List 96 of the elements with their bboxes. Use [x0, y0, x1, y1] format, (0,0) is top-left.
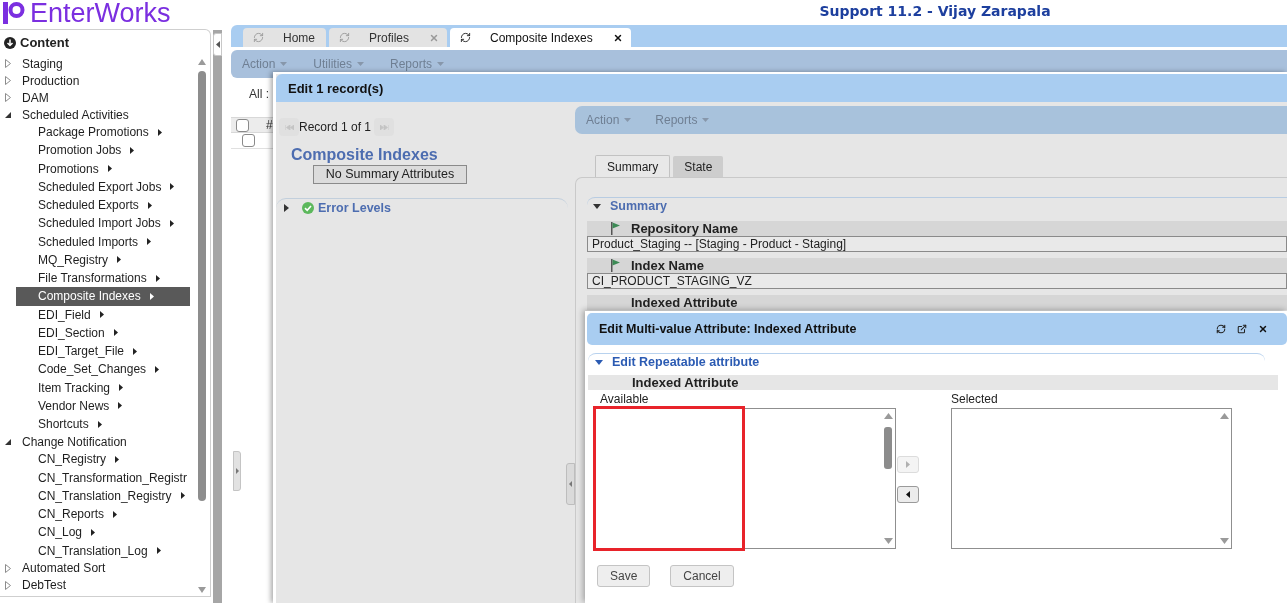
section-title[interactable]: Edit Repeatable attribute — [612, 355, 760, 369]
tree-item[interactable]: CN_Reports — [16, 505, 190, 524]
field-label: Repository Name — [631, 222, 738, 235]
tree-item[interactable]: Automated Sort — [0, 559, 196, 577]
dialog-button[interactable]: Cancel — [670, 565, 734, 587]
field-label: Indexed Attribute — [631, 296, 738, 309]
refresh-icon[interactable] — [1216, 324, 1226, 334]
logo-text: EnterWorks — [30, 2, 171, 24]
tab[interactable]: Summary — [595, 155, 671, 177]
triangle-right-icon — [235, 468, 239, 474]
list-label: Selected — [951, 393, 998, 405]
tree-item[interactable]: Change Notification — [0, 433, 196, 451]
field-label: Index Name — [631, 259, 704, 272]
tree-item[interactable]: EDI_Field — [16, 305, 190, 324]
triangle-left-icon — [215, 41, 220, 48]
splitter-handle[interactable] — [566, 463, 575, 505]
logo-icon — [3, 2, 25, 24]
collapse-button[interactable] — [213, 33, 222, 56]
attribute-label: Indexed Attribute — [632, 376, 739, 389]
scroll-up-icon[interactable] — [1219, 413, 1229, 419]
caret-icon — [357, 62, 365, 66]
scroll-up-icon[interactable] — [883, 413, 893, 419]
triangle-icon[interactable] — [5, 438, 11, 445]
list-box[interactable] — [951, 408, 1232, 549]
tree-item[interactable]: DAM — [0, 89, 196, 106]
external-link-icon[interactable] — [1237, 324, 1247, 334]
tree-item[interactable]: Shortcuts — [16, 415, 190, 434]
scrollbar-thumb[interactable] — [198, 71, 206, 501]
tree-item[interactable]: CN_Transformation_Registr — [16, 468, 190, 487]
tree-item[interactable]: Promotion Jobs — [16, 141, 190, 160]
move-left-button[interactable] — [897, 486, 919, 503]
caret-icon — [624, 118, 632, 122]
tree-item[interactable]: CN_Log — [16, 523, 190, 542]
tree-item[interactable]: File Transformations — [16, 269, 190, 288]
dialog-title: Edit 1 record(s) — [288, 81, 384, 95]
tree-item[interactable]: Promotions — [16, 159, 190, 178]
tree-item[interactable]: Scheduled Export Jobs — [16, 177, 190, 196]
dialog-title: Edit Multi-value Attribute: Indexed Attribute — [599, 322, 857, 336]
close-icon[interactable] — [612, 32, 623, 43]
checkbox[interactable] — [242, 134, 255, 147]
dialog-button[interactable]: Save — [597, 565, 651, 587]
section-title[interactable]: Error Levels — [318, 201, 391, 215]
caret-icon — [437, 62, 445, 66]
tab[interactable]: State — [673, 156, 724, 177]
tree-item[interactable]: Scheduled Exports — [16, 196, 190, 215]
sidebar-heading: Content — [20, 36, 70, 49]
arrow-down-circle-icon[interactable] — [4, 36, 16, 49]
scroll-down-icon[interactable] — [883, 538, 893, 544]
triangle-right-icon[interactable] — [284, 204, 289, 212]
triangle-icon[interactable] — [5, 111, 11, 118]
triangle-down-icon[interactable] — [595, 359, 603, 365]
tree-item[interactable]: EDI_Target_File — [16, 342, 190, 361]
tree-item[interactable]: Scheduled Activities — [0, 106, 196, 123]
record-counter: Record 1 of 1 — [299, 121, 372, 133]
tree-item[interactable]: Item Tracking — [16, 378, 190, 397]
caret-icon — [280, 62, 288, 66]
scroll-up-icon[interactable] — [198, 59, 206, 65]
tab[interactable]: Home — [243, 28, 326, 47]
list-label: Available — [600, 393, 649, 405]
tree-item[interactable]: Composite Indexes — [16, 287, 190, 306]
triangle-down-icon[interactable] — [593, 203, 601, 209]
tree-item[interactable]: Package Promotions — [16, 123, 190, 142]
scroll-down-icon[interactable] — [1219, 538, 1229, 544]
scrollbar-thumb[interactable] — [884, 427, 892, 469]
section-title[interactable]: Summary — [610, 199, 667, 213]
text-field[interactable]: Product_Staging -- [Staging - Product - Staging] — [587, 236, 1287, 252]
checkbox[interactable] — [236, 118, 249, 132]
tree-item[interactable]: Code_Set_Changes — [16, 360, 190, 379]
triangle-left-icon — [906, 491, 910, 498]
double-triangle-right-icon — [379, 124, 389, 130]
filter-label: All : — [249, 88, 269, 100]
double-triangle-left-icon — [284, 124, 294, 130]
tree-item[interactable]: CN_Translation_Log — [16, 541, 190, 560]
close-icon[interactable] — [1258, 324, 1268, 334]
tree-item[interactable]: Scheduled Imports — [16, 232, 190, 251]
tree-item[interactable]: CN_Translation_Registry — [16, 486, 190, 505]
caret-icon — [702, 118, 710, 122]
tree-item[interactable]: Staging — [0, 55, 196, 72]
column-header[interactable]: # — [266, 119, 273, 131]
refresh-icon[interactable] — [460, 32, 472, 43]
scroll-down-icon[interactable] — [198, 587, 206, 593]
page-title: Support 11.2 - Vijay Zarapala — [819, 3, 1051, 21]
text-field[interactable]: CI_PRODUCT_STAGING_VZ — [587, 273, 1287, 289]
tree-item[interactable]: CN_Registry — [16, 450, 190, 469]
tree-item[interactable]: Scheduled Import Jobs — [16, 214, 190, 233]
tree-item[interactable]: EDI_Section — [16, 323, 190, 342]
tree-item[interactable]: DebTest — [0, 576, 196, 594]
tree-item[interactable]: MQ_Registry — [16, 250, 190, 269]
tab[interactable]: Composite Indexes — [450, 28, 631, 47]
tree-item[interactable]: Vendor News — [16, 396, 190, 415]
triangle-right-icon — [906, 461, 910, 468]
triangle-left-icon — [569, 481, 572, 487]
record-heading: Composite Indexes — [291, 147, 438, 163]
summary-attributes-button[interactable]: No Summary Attributes — [313, 165, 467, 184]
tree-item[interactable]: Production — [0, 72, 196, 89]
splitter-handle[interactable] — [233, 451, 241, 491]
